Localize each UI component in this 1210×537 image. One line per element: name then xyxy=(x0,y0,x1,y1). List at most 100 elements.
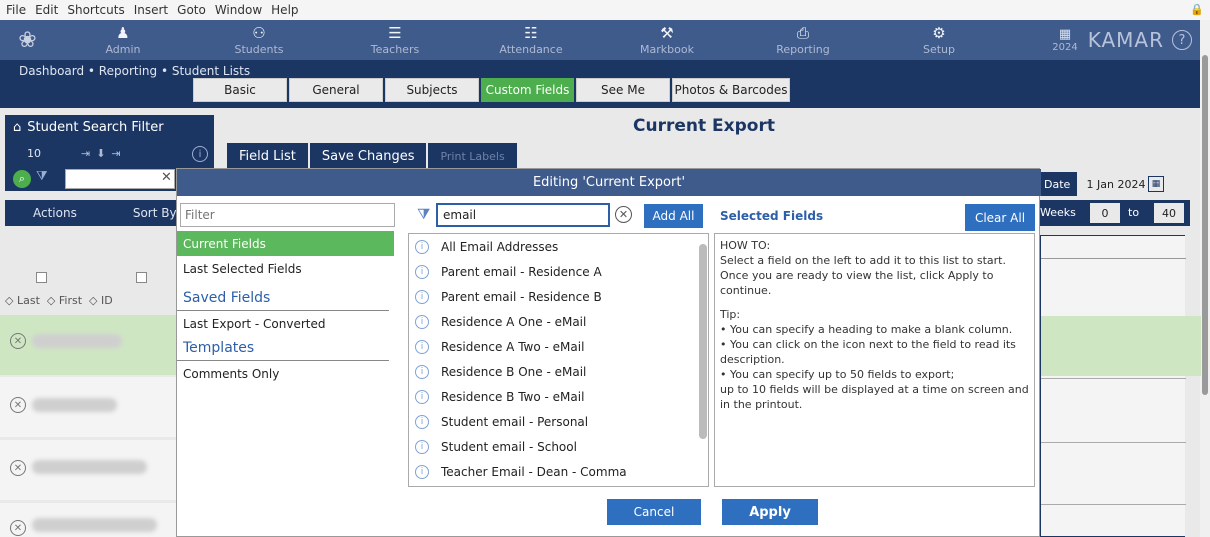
student-search-input[interactable] xyxy=(65,169,175,189)
scrollbar-thumb[interactable] xyxy=(1202,55,1208,395)
list-item[interactable]: i Residence B Two - eMail xyxy=(409,384,584,409)
field-label: Residence A Two - eMail xyxy=(441,339,585,354)
cancel-button[interactable]: Cancel xyxy=(607,499,701,525)
tab-custom-fields[interactable]: Custom Fields xyxy=(481,78,574,102)
nav-admin[interactable]: ♟ Admin xyxy=(55,20,191,60)
list-comments-only[interactable]: Comments Only xyxy=(177,361,394,386)
add-all-button[interactable]: Add All xyxy=(644,204,703,228)
save-changes-button[interactable]: Save Changes xyxy=(309,143,427,169)
info-icon[interactable]: i xyxy=(415,239,429,254)
info-icon[interactable]: i xyxy=(415,414,429,429)
search-results-list: i All Email Addresses i Parent email - Res… xyxy=(408,233,709,487)
info-icon[interactable]: i xyxy=(415,364,429,379)
filter-icon[interactable]: ⧩ xyxy=(36,169,48,184)
select-checkbox[interactable] xyxy=(136,272,147,283)
nav-students[interactable]: ⚇ Students xyxy=(191,20,327,60)
nav-markbook[interactable]: ⚒ Markbook xyxy=(599,20,735,60)
date-field[interactable]: 1 Jan 2024 xyxy=(1085,173,1147,195)
weeks-to-field[interactable]: 40 xyxy=(1154,203,1184,223)
list-item[interactable]: i Residence B One - eMail xyxy=(409,359,586,384)
field-label: Student email - Personal xyxy=(441,414,589,429)
remove-icon[interactable]: ✕ xyxy=(10,520,26,536)
info-icon[interactable]: i xyxy=(415,464,429,479)
menu-help[interactable]: Help xyxy=(271,3,298,17)
menu-shortcuts[interactable]: Shortcuts xyxy=(67,3,124,17)
tab-see-me[interactable]: See Me xyxy=(576,78,670,102)
blurred-name xyxy=(32,518,157,532)
select-all-checkbox[interactable] xyxy=(36,272,47,283)
search-icon[interactable]: ⌕ xyxy=(13,170,31,188)
list-item[interactable]: i Student email - Personal xyxy=(409,409,588,434)
weeks-label: Weeks xyxy=(1040,206,1076,219)
remove-icon[interactable]: ✕ xyxy=(10,333,26,349)
list-item[interactable]: i Residence A Two - eMail xyxy=(409,334,584,359)
tab-basic[interactable]: Basic xyxy=(193,78,287,102)
info-icon[interactable]: i xyxy=(415,264,429,279)
weeks-from-field[interactable]: 0 xyxy=(1090,203,1120,223)
menu-goto[interactable]: Goto xyxy=(177,3,206,17)
nav-label: Students xyxy=(234,42,284,56)
tab-photos-barcodes[interactable]: Photos & Barcodes xyxy=(672,78,790,102)
clear-icon[interactable]: ✕ xyxy=(161,170,172,185)
field-label: Residence B One - eMail xyxy=(441,364,587,379)
field-list-button[interactable]: Field List xyxy=(227,143,308,169)
help-icon[interactable]: ? xyxy=(1172,30,1192,50)
attendance-icon: ☷ xyxy=(524,23,538,42)
list-item[interactable]: i All Email Addresses xyxy=(409,234,558,259)
apply-button[interactable]: Apply xyxy=(722,499,818,525)
top-nav: ❀ ♟ Admin ⚇ Students ☰ Teachers ☷ Attend… xyxy=(0,20,1200,60)
markbook-icon: ⚒ xyxy=(660,23,674,42)
clear-search-icon[interactable]: ✕ xyxy=(615,206,632,223)
year-selector[interactable]: ▦ 2024 xyxy=(1052,27,1077,53)
menu-edit[interactable]: Edit xyxy=(35,3,58,17)
tab-subjects[interactable]: Subjects xyxy=(385,78,479,102)
tab-general[interactable]: General xyxy=(289,78,383,102)
field-label: All Email Addresses xyxy=(441,239,559,254)
info-icon[interactable]: i xyxy=(415,289,429,304)
field-filter-input[interactable] xyxy=(180,203,395,227)
calendar-icon[interactable]: ▦ xyxy=(1148,176,1164,192)
sort-columns: ◇ Last ◇ First ◇ ID xyxy=(5,294,113,307)
menu-file[interactable]: File xyxy=(6,3,26,17)
window-scrollbar[interactable] xyxy=(1200,20,1210,537)
list-last-export-converted[interactable]: Last Export - Converted xyxy=(177,311,394,336)
home-icon[interactable]: ⌂ xyxy=(13,120,21,135)
list-item[interactable]: i Parent email - Residence A xyxy=(409,259,602,284)
list-current-fields[interactable]: Current Fields xyxy=(177,231,394,256)
transfer-icons[interactable]: ⇥⬇⇥ xyxy=(81,147,127,160)
reporting-icon: ⎙ xyxy=(796,23,809,42)
list-item[interactable]: i Student email - School xyxy=(409,434,577,459)
results-scrollbar[interactable] xyxy=(699,244,707,439)
clear-all-button[interactable]: Clear All xyxy=(965,204,1035,231)
kiwi-logo-icon[interactable]: ❀ xyxy=(0,20,55,60)
nav-attendance[interactable]: ☷ Attendance xyxy=(463,20,599,60)
nav-setup[interactable]: ⚙ Setup xyxy=(871,20,1007,60)
remove-icon[interactable]: ✕ xyxy=(10,397,26,413)
sort-first[interactable]: ◇ First xyxy=(47,294,82,307)
blurred-name xyxy=(32,398,117,412)
list-last-selected-fields[interactable]: Last Selected Fields xyxy=(177,256,394,281)
sort-by-button[interactable]: Sort By xyxy=(133,206,177,220)
field-search-input[interactable] xyxy=(436,203,610,227)
info-icon[interactable]: i xyxy=(415,389,429,404)
actions-button[interactable]: Actions xyxy=(33,206,77,220)
nav-reporting[interactable]: ⎙ Reporting xyxy=(735,20,871,60)
info-icon[interactable]: i xyxy=(415,439,429,454)
print-labels-button[interactable]: Print Labels xyxy=(428,143,517,169)
info-icon[interactable]: i xyxy=(192,146,208,162)
info-icon[interactable]: i xyxy=(415,314,429,329)
nav-teachers[interactable]: ☰ Teachers xyxy=(327,20,463,60)
breadcrumb[interactable]: Dashboard • Reporting • Student Lists xyxy=(19,64,250,78)
menu-insert[interactable]: Insert xyxy=(134,3,168,17)
list-item[interactable]: i Parent email - Residence B xyxy=(409,284,602,309)
remove-icon[interactable]: ✕ xyxy=(10,460,26,476)
menu-window[interactable]: Window xyxy=(215,3,262,17)
blurred-name xyxy=(32,460,147,474)
sort-id[interactable]: ◇ ID xyxy=(89,294,113,307)
list-item[interactable]: i Teacher Email - Dean - Comma xyxy=(409,459,627,484)
field-label: Teacher Email - Dean - Comma xyxy=(441,464,627,479)
sort-last[interactable]: ◇ Last xyxy=(5,294,40,307)
list-item[interactable]: i Residence A One - eMail xyxy=(409,309,586,334)
info-icon[interactable]: i xyxy=(415,339,429,354)
